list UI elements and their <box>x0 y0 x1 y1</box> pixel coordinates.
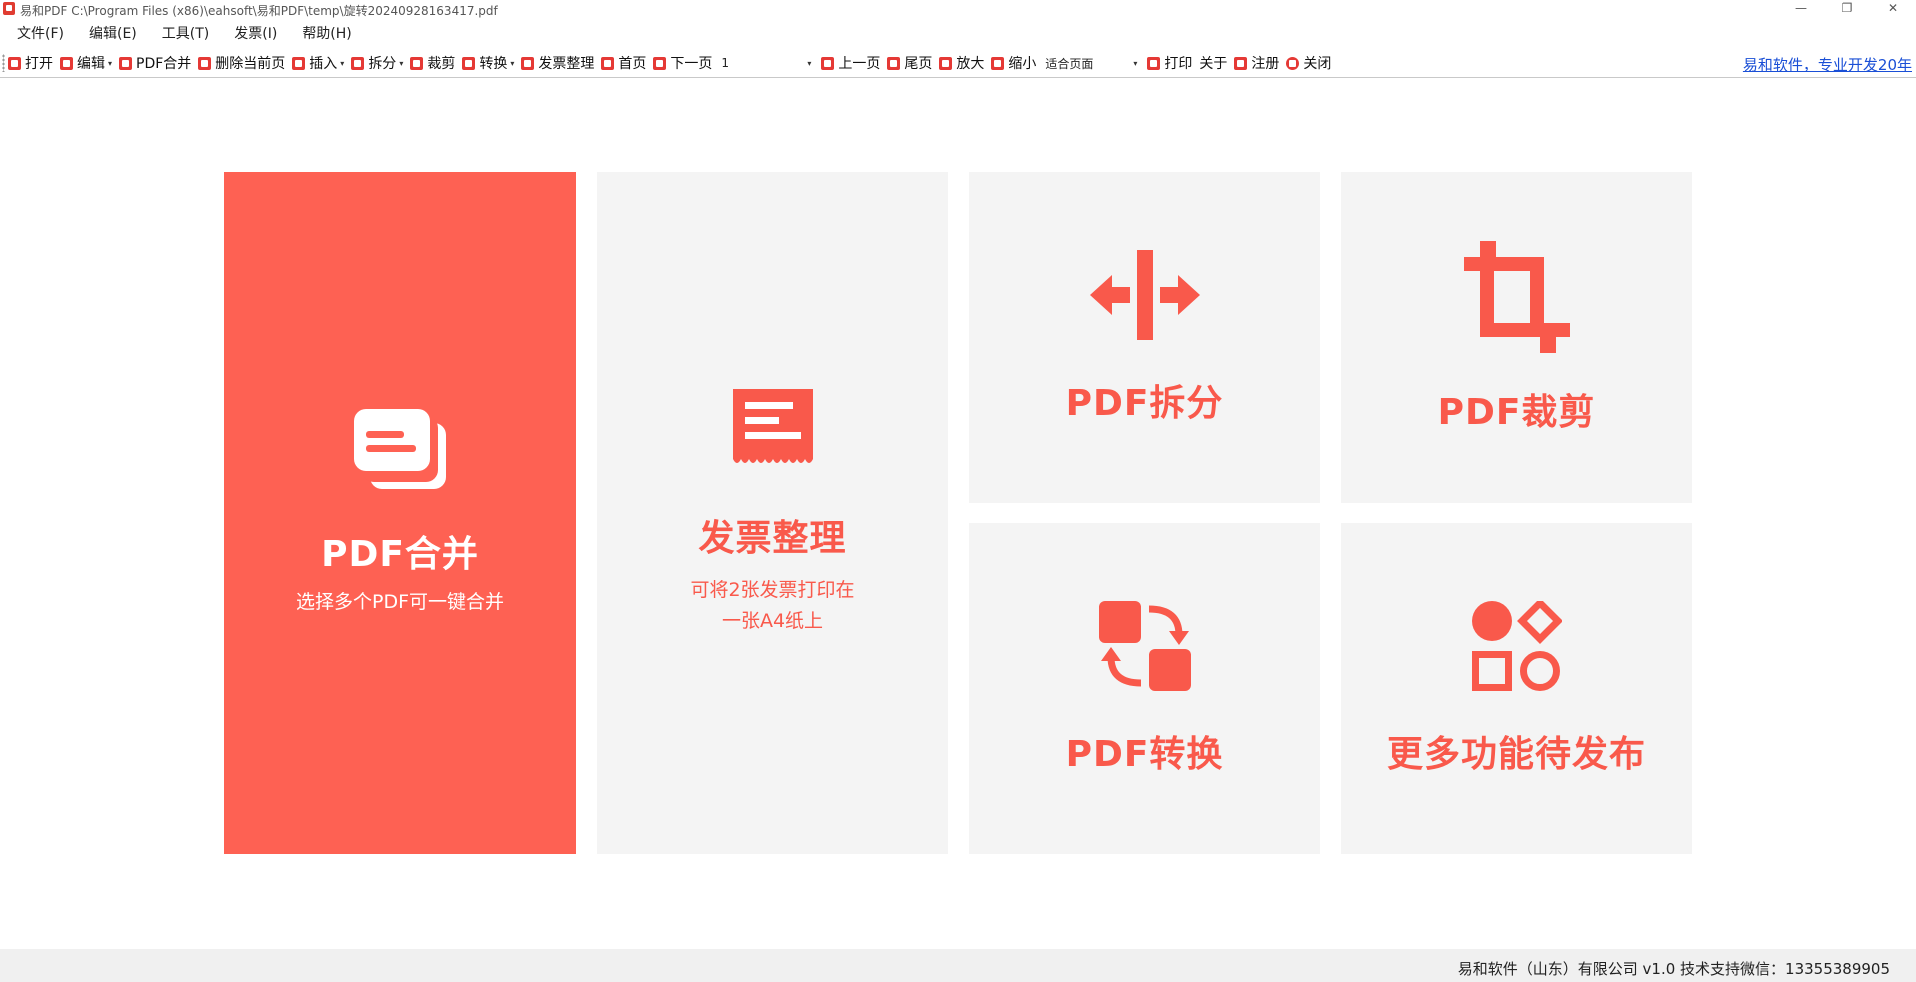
invoice-tile-title: 发票整理 <box>698 518 847 559</box>
delete-page-button[interactable]: 删除当前页 <box>198 51 285 75</box>
invoice-subtitle-line2: 一张A4纸上 <box>721 610 824 632</box>
menu-help[interactable]: 帮助(H) <box>294 22 359 46</box>
edit-icon <box>60 56 73 70</box>
delete-page-icon <box>198 56 212 70</box>
print-button[interactable]: 打印 <box>1147 51 1192 75</box>
menu-invoice[interactable]: 发票(I) <box>226 22 285 46</box>
register-icon <box>1234 56 1248 70</box>
menu-edit[interactable]: 编辑(E) <box>81 22 145 46</box>
chevron-down-icon: ▾ <box>807 58 812 68</box>
crop-button[interactable]: 裁剪 <box>410 51 455 75</box>
document-stack-icon <box>354 408 446 489</box>
receipt-icon <box>732 389 813 463</box>
merge-tile[interactable]: PDF合并 选择多个PDF可一键合并 <box>224 172 576 854</box>
title-bar: 易和PDF C:\Program Files (x86)\eahsoft\易和P… <box>0 0 1916 18</box>
convert-button[interactable]: 转换 ▾ <box>462 51 514 75</box>
close-window-button[interactable]: ✕ <box>1870 0 1916 18</box>
merge-tile-title: PDF合并 <box>321 533 479 575</box>
dropdown-arrow-icon[interactable]: ▾ <box>108 59 112 68</box>
printer-icon <box>1147 56 1161 70</box>
split-arrows-icon <box>1089 249 1200 340</box>
invoice-tile-subtitle: 可将2张发票打印在 一张A4纸上 <box>690 575 854 637</box>
invoice-button[interactable]: 发票整理 <box>521 51 594 75</box>
next-page-button[interactable]: 下一页 <box>653 51 712 75</box>
arrow-left-icon <box>821 56 835 70</box>
first-page-button[interactable]: 首页 <box>601 51 646 75</box>
dropdown-arrow-icon[interactable]: ▾ <box>399 59 403 68</box>
chevron-down-icon: ▾ <box>1133 58 1138 68</box>
split-tile-title: PDF拆分 <box>1065 382 1224 424</box>
merge-button[interactable]: PDF合并 <box>119 51 191 75</box>
menu-tools[interactable]: 工具(T) <box>154 22 217 46</box>
split-icon <box>351 56 365 70</box>
toolbar-divider <box>0 77 1916 78</box>
insert-icon <box>292 56 306 70</box>
page-number-select[interactable]: 1 ▾ <box>719 53 813 73</box>
insert-button[interactable]: 插入 ▾ <box>292 51 344 75</box>
crop-icon <box>1463 240 1570 353</box>
toolbar: 打开 编辑 ▾ PDF合并 删除当前页 插入 ▾ 拆分 ▾ 裁剪 转换 ▾ 发票整理 首… <box>0 51 1916 75</box>
convert-tile[interactable]: PDF转换 <box>969 523 1320 854</box>
home-icon <box>601 56 615 70</box>
close-file-button[interactable]: 关闭 <box>1286 51 1331 75</box>
last-page-icon <box>887 56 901 70</box>
split-button[interactable]: 拆分 ▾ <box>351 51 403 75</box>
open-icon <box>8 56 21 70</box>
zoom-in-icon <box>939 56 953 70</box>
menu-file[interactable]: 文件(F) <box>9 22 72 46</box>
dropdown-arrow-icon[interactable]: ▾ <box>510 59 514 68</box>
invoice-subtitle-line1: 可将2张发票打印在 <box>690 579 855 601</box>
zoom-out-icon <box>991 56 1005 70</box>
toolbar-grip[interactable] <box>2 54 5 72</box>
crop-icon <box>410 56 424 70</box>
split-tile[interactable]: PDF拆分 <box>969 172 1320 503</box>
shapes-icon <box>1471 600 1562 691</box>
convert-icon <box>462 56 476 70</box>
zoom-fit-select[interactable]: 适合页面 ▾ <box>1043 53 1139 73</box>
convert-swap-icon <box>1098 600 1191 691</box>
prev-page-button[interactable]: 上一页 <box>821 51 880 75</box>
status-text: 易和软件（山东）有限公司 v1.0 技术支持微信：13355389905 <box>1457 960 1890 978</box>
zoom-in-button[interactable]: 放大 <box>939 51 984 75</box>
open-button[interactable]: 打开 <box>8 51 53 75</box>
merge-icon <box>119 56 133 70</box>
dropdown-arrow-icon[interactable]: ▾ <box>340 59 344 68</box>
about-button[interactable]: 关于 <box>1199 51 1227 75</box>
close-icon <box>1286 56 1300 70</box>
zoom-out-button[interactable]: 缩小 <box>991 51 1036 75</box>
restore-button[interactable]: ❐ <box>1824 0 1870 18</box>
menu-bar: 文件(F) 编辑(E) 工具(T) 发票(I) 帮助(H) <box>0 22 369 46</box>
app-logo-icon <box>3 2 15 15</box>
status-bar: 易和软件（山东）有限公司 v1.0 技术支持微信：13355389905 <box>0 949 1916 982</box>
invoice-icon <box>521 56 535 70</box>
arrow-right-icon <box>653 56 667 70</box>
last-page-button[interactable]: 尾页 <box>887 51 932 75</box>
crop-tile[interactable]: PDF裁剪 <box>1341 172 1692 503</box>
promo-link[interactable]: 易和软件，专业开发20年 <box>1743 54 1912 75</box>
merge-tile-subtitle: 选择多个PDF可一键合并 <box>295 590 505 613</box>
invoice-tile[interactable]: 发票整理 可将2张发票打印在 一张A4纸上 <box>597 172 948 854</box>
zoom-fit-value: 适合页面 <box>1045 56 1094 71</box>
more-features-tile-title: 更多功能待发布 <box>1386 733 1646 775</box>
register-button[interactable]: 注册 <box>1234 51 1279 75</box>
crop-tile-title: PDF裁剪 <box>1437 391 1596 433</box>
page-number-value: 1 <box>721 56 729 70</box>
minimize-button[interactable]: — <box>1778 0 1824 18</box>
convert-tile-title: PDF转换 <box>1065 733 1224 775</box>
edit-button[interactable]: 编辑 ▾ <box>60 51 112 75</box>
window-title: 易和PDF C:\Program Files (x86)\eahsoft\易和P… <box>20 4 498 18</box>
more-features-tile[interactable]: 更多功能待发布 <box>1341 523 1692 854</box>
